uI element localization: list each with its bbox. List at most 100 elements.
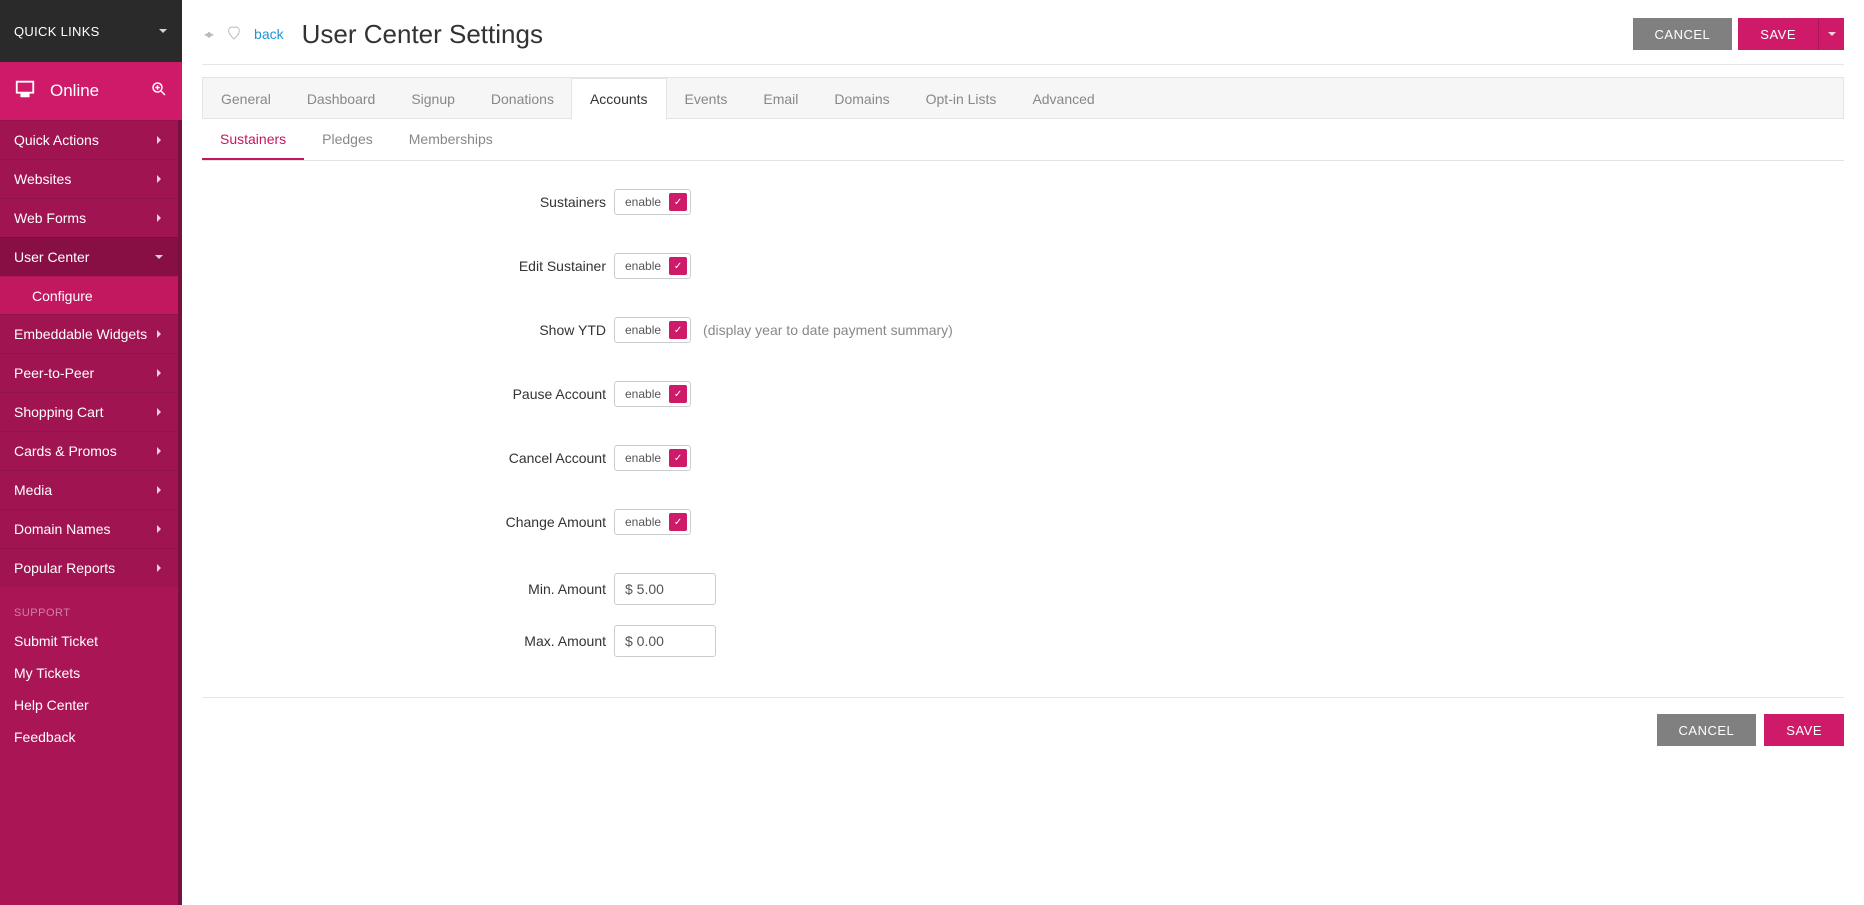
tab-label: Accounts [590,91,648,107]
sidebar-item-websites[interactable]: Websites [0,159,178,198]
toggle-state-label: enable [625,323,661,337]
subtab-label: Pledges [322,131,373,147]
tab-advanced[interactable]: Advanced [1014,79,1112,119]
subtab-memberships[interactable]: Memberships [391,119,511,160]
label-pause-account: Pause Account [202,386,614,402]
back-link[interactable]: back [254,26,284,42]
subtab-sustainers[interactable]: Sustainers [202,119,304,160]
chevron-down-icon [154,252,164,262]
save-dropdown-button[interactable] [1818,18,1844,50]
check-icon: ✓ [669,193,687,211]
cancel-button[interactable]: CANCEL [1633,18,1733,50]
sidebar-item-domain-names[interactable]: Domain Names [0,509,178,548]
main-content: ◂▸ back User Center Settings CANCEL SAVE… [182,0,1864,905]
sidebar: QUICK LINKS Online Quick Actions Website… [0,0,182,905]
quick-links-header[interactable]: QUICK LINKS [0,0,182,62]
label-max-amount: Max. Amount [202,633,614,649]
footer-cancel-button[interactable]: CANCEL [1657,714,1757,746]
tab-label: General [221,91,271,107]
footer-save-button[interactable]: SAVE [1764,714,1844,746]
label-cancel-account: Cancel Account [202,450,614,466]
page-title: User Center Settings [302,19,543,50]
sidebar-item-label: Feedback [14,729,75,745]
secondary-tabs: Sustainers Pledges Memberships [202,119,1844,161]
help-ytd: (display year to date payment summary) [703,322,953,338]
sidebar-item-quick-actions[interactable]: Quick Actions [0,120,178,159]
toggle-state-label: enable [625,387,661,401]
primary-tabs: General Dashboard Signup Donations Accou… [202,77,1844,119]
tab-label: Domains [834,91,889,107]
sidebar-item-cards-promos[interactable]: Cards & Promos [0,431,178,470]
tab-general[interactable]: General [203,79,289,119]
settings-form: Sustainers enable ✓ Edit Sustainer enabl… [202,161,1844,697]
sidebar-item-label: Websites [14,171,71,187]
toggle-show-ytd[interactable]: enable ✓ [614,317,691,343]
page-header: ◂▸ back User Center Settings CANCEL SAVE [202,0,1844,65]
sidebar-item-configure[interactable]: Configure [0,276,178,314]
tab-opt-in-lists[interactable]: Opt-in Lists [908,79,1015,119]
toggle-cancel-account[interactable]: enable ✓ [614,445,691,471]
sidebar-item-feedback[interactable]: Feedback [0,721,178,753]
tab-email[interactable]: Email [745,79,816,119]
row-change-amount: Change Amount enable ✓ [202,509,1844,535]
sidebar-item-label: Media [14,482,52,498]
sidebar-item-user-center[interactable]: User Center [0,237,178,276]
sidebar-item-embeddable-widgets[interactable]: Embeddable Widgets [0,314,178,353]
tab-label: Donations [491,91,554,107]
label-change-amount: Change Amount [202,514,614,530]
chevron-right-icon [154,135,164,145]
sidebar-item-label: Cards & Promos [14,443,117,459]
sidebar-item-web-forms[interactable]: Web Forms [0,198,178,237]
chevron-right-icon [154,485,164,495]
tab-signup[interactable]: Signup [393,79,473,119]
search-zoom-icon[interactable] [150,80,168,103]
subtab-pledges[interactable]: Pledges [304,119,391,160]
tab-accounts[interactable]: Accounts [571,78,667,120]
toggle-state-label: enable [625,195,661,209]
toggle-state-label: enable [625,259,661,273]
module-selector[interactable]: Online [0,62,182,120]
toggle-sustainers[interactable]: enable ✓ [614,189,691,215]
chevron-down-icon [158,26,168,36]
check-icon: ✓ [669,385,687,403]
toggle-edit-sustainer[interactable]: enable ✓ [614,253,691,279]
sidebar-item-label: Shopping Cart [14,404,104,420]
sidebar-item-peer-to-peer[interactable]: Peer-to-Peer [0,353,178,392]
tab-events[interactable]: Events [667,79,746,119]
chevron-right-icon [154,407,164,417]
sidebar-item-shopping-cart[interactable]: Shopping Cart [0,392,178,431]
row-sustainers: Sustainers enable ✓ [202,189,1844,215]
save-button[interactable]: SAVE [1738,18,1818,50]
tab-domains[interactable]: Domains [816,79,907,119]
sidebar-heading-support: SUPPORT [0,587,178,625]
label-min-amount: Min. Amount [202,581,614,597]
sidebar-item-label: Help Center [14,697,89,713]
sidebar-item-label: Quick Actions [14,132,99,148]
min-amount-input[interactable] [614,573,716,605]
sidebar-item-my-tickets[interactable]: My Tickets [0,657,178,689]
resize-handle-icon[interactable]: ◂▸ [202,27,214,41]
sidebar-item-help-center[interactable]: Help Center [0,689,178,721]
sidebar-item-media[interactable]: Media [0,470,178,509]
tab-dashboard[interactable]: Dashboard [289,79,394,119]
tab-label: Advanced [1032,91,1094,107]
sidebar-item-popular-reports[interactable]: Popular Reports [0,548,178,587]
row-pause-account: Pause Account enable ✓ [202,381,1844,407]
sidebar-item-submit-ticket[interactable]: Submit Ticket [0,625,178,657]
label-show-ytd: Show YTD [202,322,614,338]
favorite-icon[interactable] [226,25,242,44]
toggle-change-amount[interactable]: enable ✓ [614,509,691,535]
tab-donations[interactable]: Donations [473,79,572,119]
row-edit-sustainer: Edit Sustainer enable ✓ [202,253,1844,279]
chevron-right-icon [154,174,164,184]
chevron-right-icon [154,329,164,339]
check-icon: ✓ [669,513,687,531]
row-show-ytd: Show YTD enable ✓ (display year to date … [202,317,1844,343]
toggle-pause-account[interactable]: enable ✓ [614,381,691,407]
max-amount-input[interactable] [614,625,716,657]
subtab-label: Memberships [409,131,493,147]
tab-label: Opt-in Lists [926,91,997,107]
label-sustainers: Sustainers [202,194,614,210]
sidebar-nav: Quick Actions Websites Web Forms User Ce… [0,120,182,905]
quick-links-label: QUICK LINKS [14,24,100,39]
